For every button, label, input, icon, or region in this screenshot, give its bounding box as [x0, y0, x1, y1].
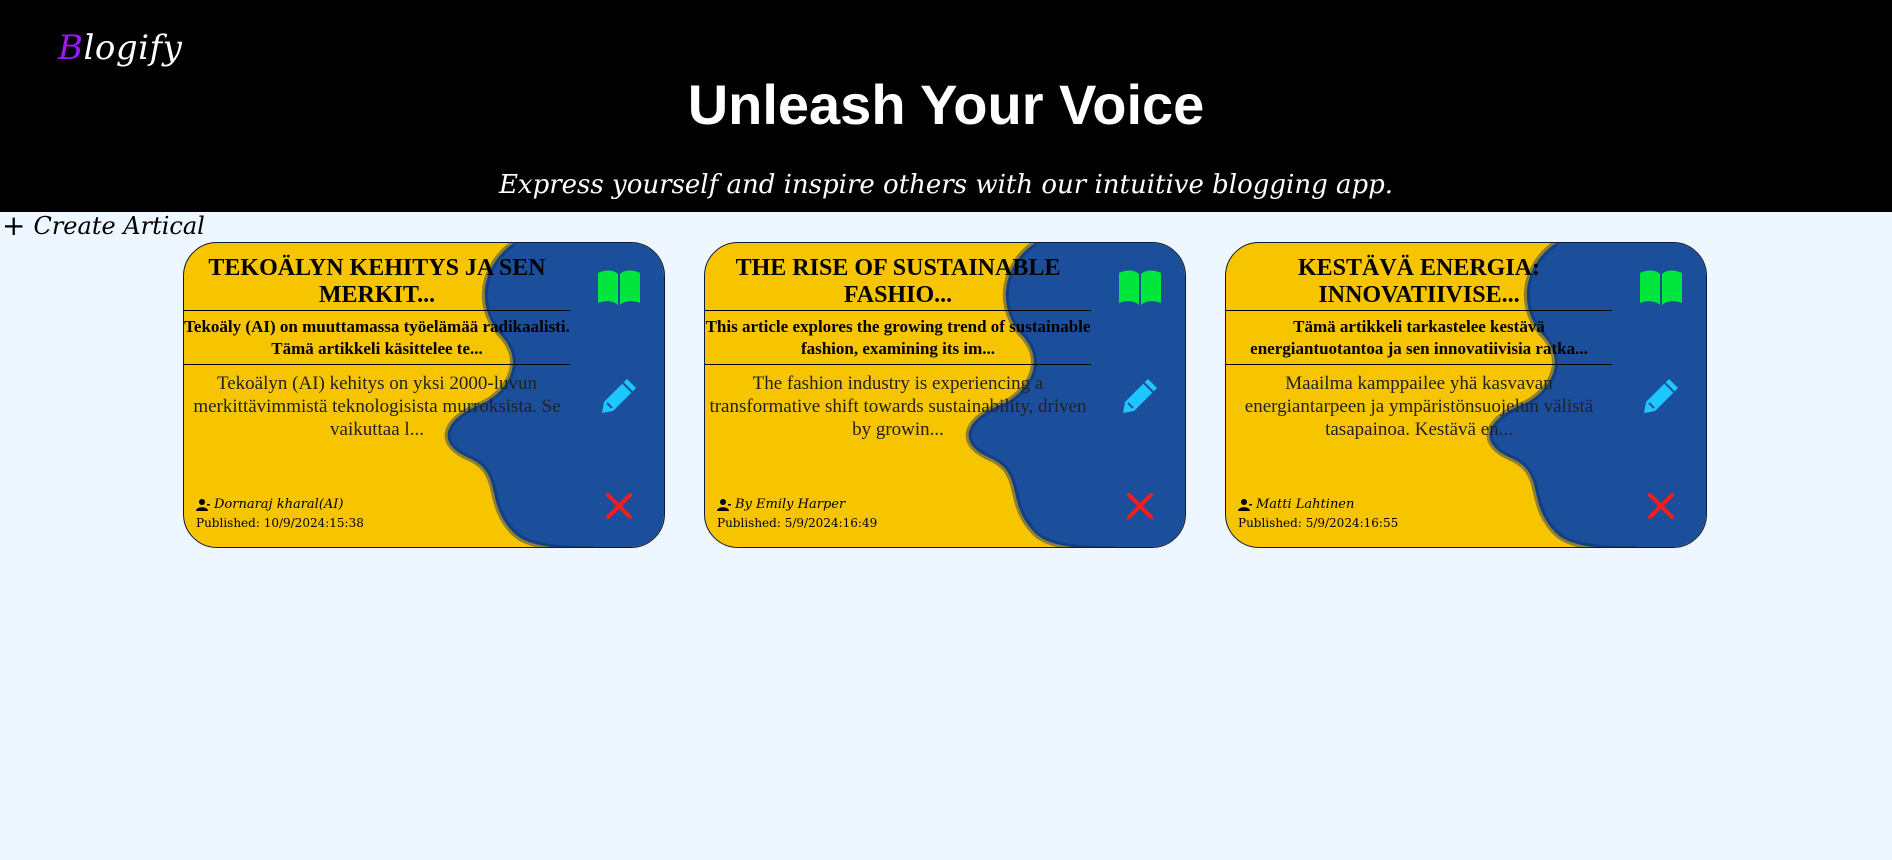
divider: [184, 310, 570, 311]
user-icon: [1238, 499, 1252, 511]
delete-article-button[interactable]: [1115, 483, 1165, 529]
article-excerpt: Tekoälyn (AI) kehitys on yksi 2000-luvun…: [193, 373, 561, 440]
pencil-icon: [602, 379, 636, 413]
read-article-button[interactable]: [594, 265, 644, 311]
logo-initial: B: [58, 28, 84, 68]
edit-article-button[interactable]: [594, 373, 644, 419]
divider: [705, 364, 1091, 365]
book-open-icon: [598, 270, 640, 305]
divider: [1226, 364, 1612, 365]
author-name: By Emily Harper: [735, 497, 846, 512]
published-date: Published: 10/9/2024:15:38: [196, 516, 364, 530]
create-article-label: Create Artical: [33, 212, 205, 240]
article-title: THE RISE OF SUSTAINABLE FASHIO...: [735, 255, 1061, 308]
article-summary: Tämä artikkeli tarkastelee kestävä energ…: [1250, 317, 1588, 358]
article-title: TEKOÄLYN KEHITYS JA SEN MERKIT...: [208, 255, 546, 308]
hero-title: Unleash Your Voice: [687, 73, 1205, 136]
close-icon: [1127, 493, 1153, 519]
book-open-icon: [1119, 270, 1161, 305]
close-icon: [606, 493, 632, 519]
article-title: KESTÄVÄ ENERGIA: INNOVATIIVISE...: [1297, 255, 1541, 308]
delete-article-button[interactable]: [594, 483, 644, 529]
read-article-button[interactable]: [1115, 265, 1165, 311]
article-excerpt: The fashion industry is experiencing a t…: [709, 373, 1087, 440]
close-icon: [1648, 493, 1674, 519]
article-card: THE RISE OF SUSTAINABLE FASHIO... This a…: [704, 242, 1186, 548]
author-name: Matti Lahtinen: [1256, 497, 1355, 512]
article-summary: Tekoäly (AI) on muuttamassa työelämää ra…: [184, 317, 570, 358]
user-icon: [717, 499, 731, 511]
published-date: Published: 5/9/2024:16:55: [1238, 516, 1399, 530]
create-article-button[interactable]: + Create Artical: [2, 209, 205, 242]
read-article-button[interactable]: [1636, 265, 1686, 311]
site-header: Blogify Unleash Your Voice Express yours…: [0, 0, 1892, 212]
hero-subtitle: Express yourself and inspire others with…: [498, 170, 1394, 200]
author-name: Dornaraj kharal(AI): [214, 497, 344, 512]
pencil-icon: [1123, 379, 1157, 413]
plus-icon: +: [2, 209, 26, 242]
published-date: Published: 5/9/2024:16:49: [717, 516, 878, 530]
article-excerpt: Maailma kamppailee yhä kasvavan energian…: [1244, 373, 1594, 440]
edit-article-button[interactable]: [1636, 373, 1686, 419]
article-author: By Emily Harper: [717, 496, 877, 514]
edit-article-button[interactable]: [1115, 373, 1165, 419]
divider: [184, 364, 570, 365]
pencil-icon: [1644, 379, 1678, 413]
article-summary: This article explores the growing trend …: [705, 317, 1091, 358]
article-card: KESTÄVÄ ENERGIA: INNOVATIIVISE... Tämä a…: [1225, 242, 1707, 548]
logo-rest: logify: [83, 28, 183, 68]
article-meta: Dornaraj kharal(AI) Published: 10/9/2024…: [196, 496, 364, 532]
user-icon: [196, 499, 210, 511]
article-card: TEKOÄLYN KEHITYS JA SEN MERKIT... Tekoäl…: [183, 242, 665, 548]
article-meta: By Emily Harper Published: 5/9/2024:16:4…: [717, 496, 877, 532]
delete-article-button[interactable]: [1636, 483, 1686, 529]
article-meta: Matti Lahtinen Published: 5/9/2024:16:55: [1238, 496, 1398, 532]
divider: [1226, 310, 1612, 311]
site-logo[interactable]: Blogify: [58, 28, 182, 68]
book-open-icon: [1640, 270, 1682, 305]
divider: [705, 310, 1091, 311]
article-author: Matti Lahtinen: [1238, 496, 1398, 514]
article-author: Dornaraj kharal(AI): [196, 496, 364, 514]
